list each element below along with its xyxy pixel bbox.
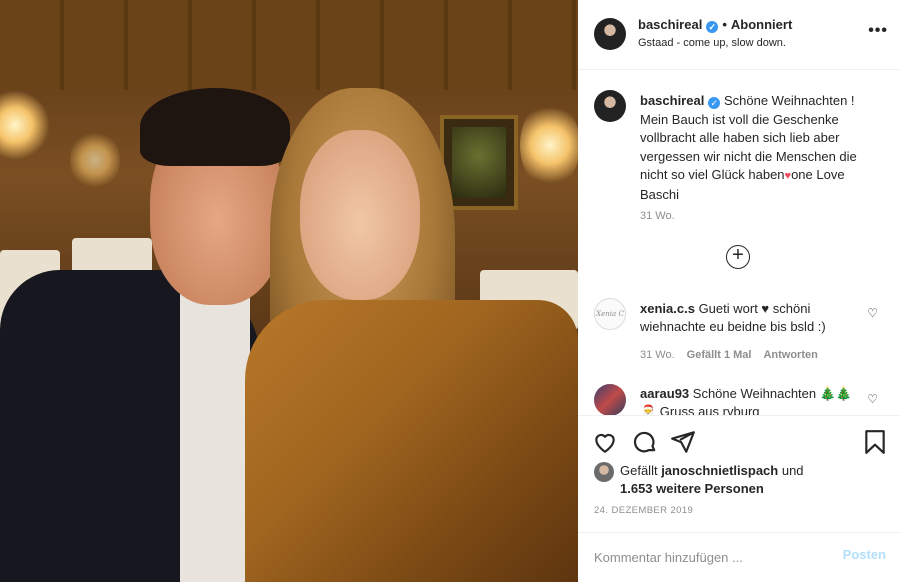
wall-lamp-left <box>0 90 50 160</box>
author-line: baschireal ✓ • Abonniert <box>638 17 792 33</box>
more-icon[interactable]: ••• <box>868 22 888 40</box>
heart-icon[interactable] <box>592 429 618 455</box>
comment-username[interactable]: xenia.c.s <box>640 301 695 316</box>
separator-dot: • <box>722 17 727 32</box>
comment-text: aarau93 Schöne Weihnachten 🎄🎄🎅 Gruss aus… <box>640 385 860 415</box>
add-comment-bar: Posten <box>578 532 900 582</box>
bookmark-icon[interactable] <box>862 429 888 455</box>
add-icon[interactable]: + <box>726 245 750 269</box>
woman-face <box>300 130 420 300</box>
post-side-panel: baschireal ✓ • Abonniert Gstaad - come up, … <box>578 0 900 582</box>
man-shirt <box>180 285 250 582</box>
post-header: baschireal ✓ • Abonniert Gstaad - come up, … <box>578 0 900 70</box>
likes-summary: Gefällt janoschnietlispach und 1.653 wei… <box>620 462 890 498</box>
comment-icon[interactable] <box>632 429 658 455</box>
comment-input[interactable] <box>594 547 814 567</box>
liker-username[interactable]: janoschnietlispach <box>661 463 778 478</box>
likes-count[interactable]: 1.653 weitere Personen <box>620 481 764 496</box>
post-date[interactable]: 24. DEZEMBER 2019 <box>594 505 693 516</box>
heart-icon[interactable]: ♡ <box>867 306 878 320</box>
follow-button[interactable]: Abonniert <box>731 17 792 32</box>
post-location[interactable]: Gstaad - come up, slow down. <box>638 37 786 49</box>
liker-avatar[interactable] <box>594 462 614 482</box>
caption-avatar[interactable] <box>594 90 626 122</box>
woman-dress <box>245 300 578 582</box>
caption-time[interactable]: 31 Wo. <box>640 210 675 222</box>
author-username[interactable]: baschireal <box>638 17 702 32</box>
share-icon[interactable] <box>670 429 696 455</box>
comment-text: xenia.c.s Gueti wort ♥ schöni wiehnachte… <box>640 300 860 336</box>
man-hair <box>140 88 290 166</box>
likes-middle: und <box>778 463 804 478</box>
ceiling-glow <box>70 130 120 190</box>
author-avatar[interactable] <box>594 18 626 50</box>
caption-text: baschireal ✓ Schöne Weihnachten ! Mein Ba… <box>640 92 880 204</box>
action-bar: Gefällt janoschnietlispach und 1.653 wei… <box>578 415 900 545</box>
comment-username[interactable]: aarau93 <box>640 386 689 401</box>
comment-meta: 31 Wo. Gefällt 1 Mal Antworten <box>640 349 818 361</box>
reply-button[interactable]: Antworten <box>763 349 817 361</box>
wall-lamp-right <box>520 100 578 190</box>
post-button[interactable]: Posten <box>843 547 886 562</box>
comment-avatar[interactable] <box>594 384 626 415</box>
comment-avatar[interactable]: Xenia C <box>594 298 626 330</box>
verified-icon: ✓ <box>706 21 719 33</box>
comment-time[interactable]: 31 Wo. <box>640 349 675 361</box>
post-photo[interactable] <box>0 0 578 582</box>
heart-icon[interactable]: ♡ <box>867 392 878 406</box>
ceiling-beams <box>0 0 578 90</box>
comment-likes[interactable]: Gefällt 1 Mal <box>687 349 752 361</box>
caption-username[interactable]: baschireal <box>640 93 704 108</box>
likes-prefix: Gefällt <box>620 463 662 478</box>
comments-list[interactable]: baschireal ✓ Schöne Weihnachten ! Mein Ba… <box>578 71 900 415</box>
verified-icon: ✓ <box>708 97 721 109</box>
